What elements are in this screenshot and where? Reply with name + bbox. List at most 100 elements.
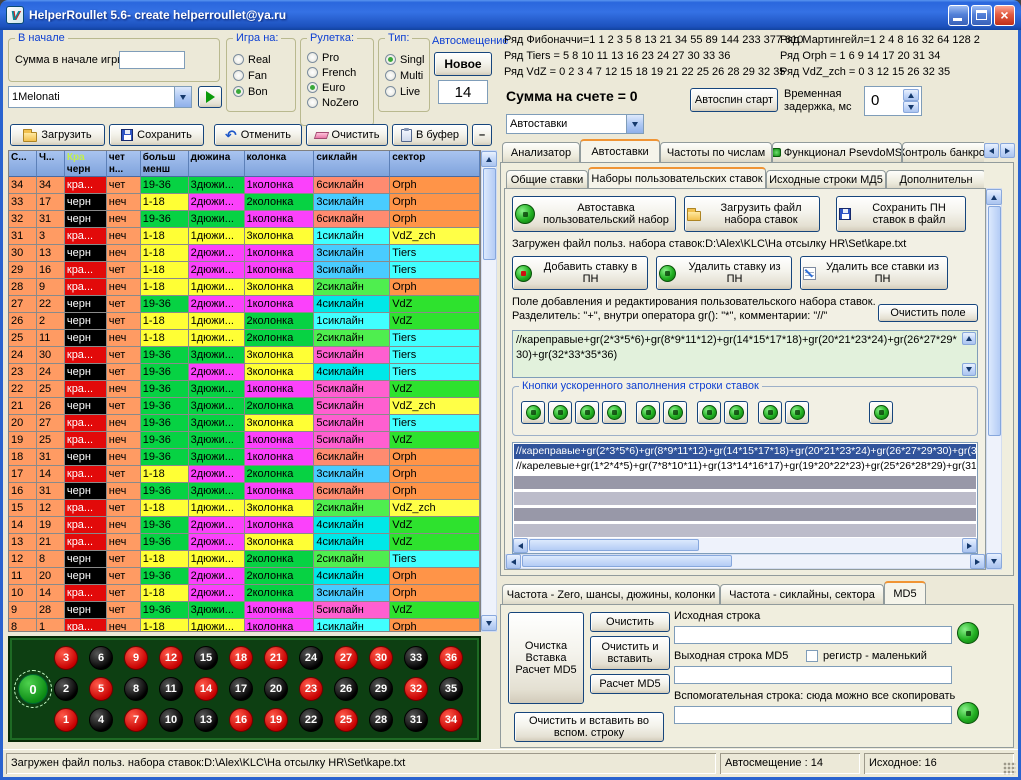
radio-option-real[interactable]: Real (233, 53, 271, 66)
save-bet-set-button[interactable]: Сохранить ПН ставок в файл (836, 196, 966, 232)
board-zero[interactable]: 0 (18, 674, 48, 704)
quick-fill-button-2[interactable] (548, 401, 572, 424)
md5-helper-input[interactable] (674, 706, 952, 724)
radio-option-multi[interactable]: Multi (385, 69, 423, 82)
radio-option-bon[interactable]: Bon (233, 85, 268, 98)
tab-исходные-строки-мд5[interactable]: Исходные строки МД5 (766, 170, 886, 188)
md5-helper-action-button[interactable] (957, 702, 979, 724)
board-number-8[interactable]: 8 (124, 677, 148, 701)
minimize-button[interactable] (948, 5, 969, 26)
radio-option-live[interactable]: Live (385, 85, 420, 98)
dropdown-arrow-icon[interactable] (626, 115, 643, 133)
quick-fill-button-7[interactable] (697, 401, 721, 424)
board-number-20[interactable]: 20 (264, 677, 288, 701)
board-number-1[interactable]: 1 (54, 708, 78, 732)
quick-fill-button-1[interactable] (521, 401, 545, 424)
board-number-26[interactable]: 26 (334, 677, 358, 701)
autospin-start-button[interactable]: Автоспин старт (690, 88, 778, 112)
load-bet-set-button[interactable]: Загрузить файл набора ставок (684, 196, 820, 232)
board-number-30[interactable]: 30 (369, 646, 393, 670)
board-number-23[interactable]: 23 (299, 677, 323, 701)
board-number-27[interactable]: 27 (334, 646, 358, 670)
quick-fill-button-4[interactable] (602, 401, 626, 424)
quick-fill-button-6[interactable] (663, 401, 687, 424)
tab-общие-ставки[interactable]: Общие ставки (506, 170, 588, 188)
scroll-right-button[interactable] (962, 538, 977, 553)
scroll-thumb[interactable] (529, 539, 699, 551)
scroll-left-button[interactable] (513, 538, 528, 553)
clear-field-button[interactable]: Очистить поле (878, 304, 978, 322)
board-number-17[interactable]: 17 (229, 677, 253, 701)
start-sum-input[interactable] (119, 51, 185, 69)
autobets-select[interactable]: Автоставки (506, 114, 644, 134)
board-number-13[interactable]: 13 (194, 708, 218, 732)
scroll-down-button[interactable] (986, 553, 1002, 569)
tab-частота-zero-шансы-дюжины-колонки[interactable]: Частота - Zero, шансы, дюжины, колонки (502, 584, 720, 604)
editor-scroll-up-button[interactable] (962, 332, 976, 345)
scroll-thumb[interactable] (522, 555, 732, 567)
board-number-3[interactable]: 3 (54, 646, 78, 670)
tabs-scroll-right-button[interactable] (1000, 143, 1015, 158)
spin-up-button[interactable] (903, 89, 919, 101)
board-number-7[interactable]: 7 (124, 708, 148, 732)
tab-частоты-по-числам[interactable]: Частоты по числам (660, 142, 772, 162)
tabs-scroll-left-button[interactable] (984, 143, 999, 158)
tab-наборы-пользовательских-ставок[interactable]: Наборы пользовательских ставок (588, 167, 766, 188)
spin-down-button[interactable] (903, 101, 919, 113)
board-number-33[interactable]: 33 (404, 646, 428, 670)
scroll-thumb[interactable] (988, 206, 1001, 436)
scroll-thumb[interactable] (483, 168, 496, 260)
md5-source-action-button[interactable] (957, 622, 979, 644)
board-number-9[interactable]: 9 (124, 646, 148, 670)
clear-paste-helper-button[interactable]: Очистить и вставить во вспом. строку (514, 712, 664, 742)
md5-source-input[interactable] (674, 626, 952, 644)
board-number-15[interactable]: 15 (194, 646, 218, 670)
add-bet-button[interactable]: Добавить ставку в ПН (512, 256, 648, 290)
to-buffer-button[interactable]: В буфер (392, 124, 468, 146)
quick-fill-button-8[interactable] (724, 401, 748, 424)
md5-clear-button[interactable]: Очистить (590, 612, 670, 632)
board-number-36[interactable]: 36 (439, 646, 463, 670)
quick-fill-button-11[interactable] (869, 401, 893, 424)
board-number-10[interactable]: 10 (159, 708, 183, 732)
quick-fill-button-3[interactable] (575, 401, 599, 424)
save-button[interactable]: Сохранить (109, 124, 204, 146)
board-number-6[interactable]: 6 (89, 646, 113, 670)
delay-value[interactable]: 0 (871, 92, 879, 109)
play-button[interactable] (198, 86, 222, 108)
bet-list-item[interactable]: //кареправые+gr(2*3*5*6)+gr(8*9*11*12)+g… (514, 444, 976, 459)
tab-функционал-psevdoms[interactable]: Функционал PsevdoMS (772, 142, 902, 162)
undo-button[interactable]: ↶Отменить (214, 124, 302, 146)
md5-big-button[interactable]: Очистка Вставка Расчет MD5 (508, 612, 584, 704)
close-button[interactable] (994, 5, 1015, 26)
preset-select[interactable]: 1Melonati (8, 86, 192, 108)
scroll-down-button[interactable] (481, 615, 497, 631)
board-number-24[interactable]: 24 (299, 646, 323, 670)
board-number-5[interactable]: 5 (89, 677, 113, 701)
load-button[interactable]: Загрузить (10, 124, 105, 146)
board-number-31[interactable]: 31 (404, 708, 428, 732)
board-number-32[interactable]: 32 (404, 677, 428, 701)
editor-scroll-down-button[interactable] (962, 363, 976, 376)
tab-md5[interactable]: MD5 (884, 581, 926, 604)
delete-all-bets-button[interactable]: Удалить все ставки из ПН (800, 256, 948, 290)
delete-bet-button[interactable]: Удалить ставку из ПН (656, 256, 792, 290)
board-number-22[interactable]: 22 (299, 708, 323, 732)
board-number-4[interactable]: 4 (89, 708, 113, 732)
board-number-18[interactable]: 18 (229, 646, 253, 670)
radio-option-singl[interactable]: Singl (385, 53, 424, 66)
scroll-up-button[interactable] (481, 151, 497, 167)
md5-calc-button[interactable]: Расчет MD5 (590, 674, 670, 694)
md5-output-input[interactable] (674, 666, 952, 684)
resize-grip[interactable] (1003, 762, 1016, 775)
board-number-35[interactable]: 35 (439, 677, 463, 701)
radio-option-fan[interactable]: Fan (233, 69, 267, 82)
radio-option-pro[interactable]: Pro (307, 51, 339, 64)
scroll-up-button[interactable] (986, 189, 1002, 205)
register-checkbox[interactable] (806, 650, 818, 662)
bet-editor-field[interactable]: //кареправые+gr(2*3*5*6)+gr(8*9*11*12)+g… (512, 330, 978, 378)
quick-fill-button-9[interactable] (758, 401, 782, 424)
scroll-right-button[interactable] (970, 554, 985, 569)
radio-option-nozero[interactable]: NoZero (307, 96, 359, 109)
dropdown-arrow-icon[interactable] (174, 87, 191, 107)
